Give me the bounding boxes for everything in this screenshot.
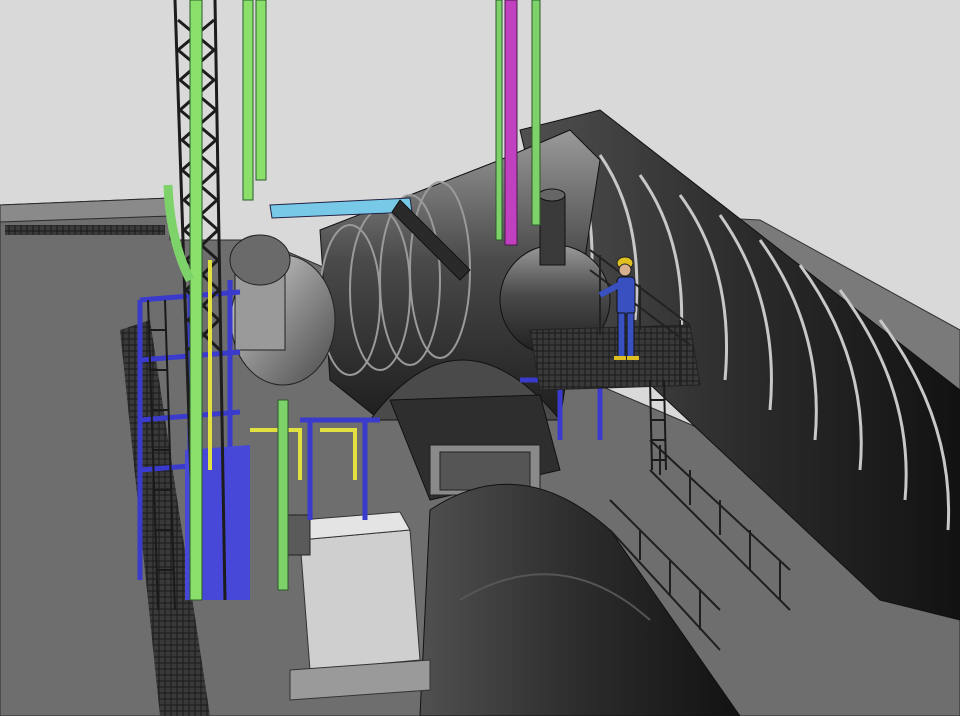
grating-strip-top [5,225,165,235]
plant-3d-scene [0,0,960,716]
horizontal-separator-tank [229,234,336,386]
equipment-skid [284,511,431,701]
magenta-vent-pipe [504,0,518,246]
scene-canvas [0,0,960,716]
